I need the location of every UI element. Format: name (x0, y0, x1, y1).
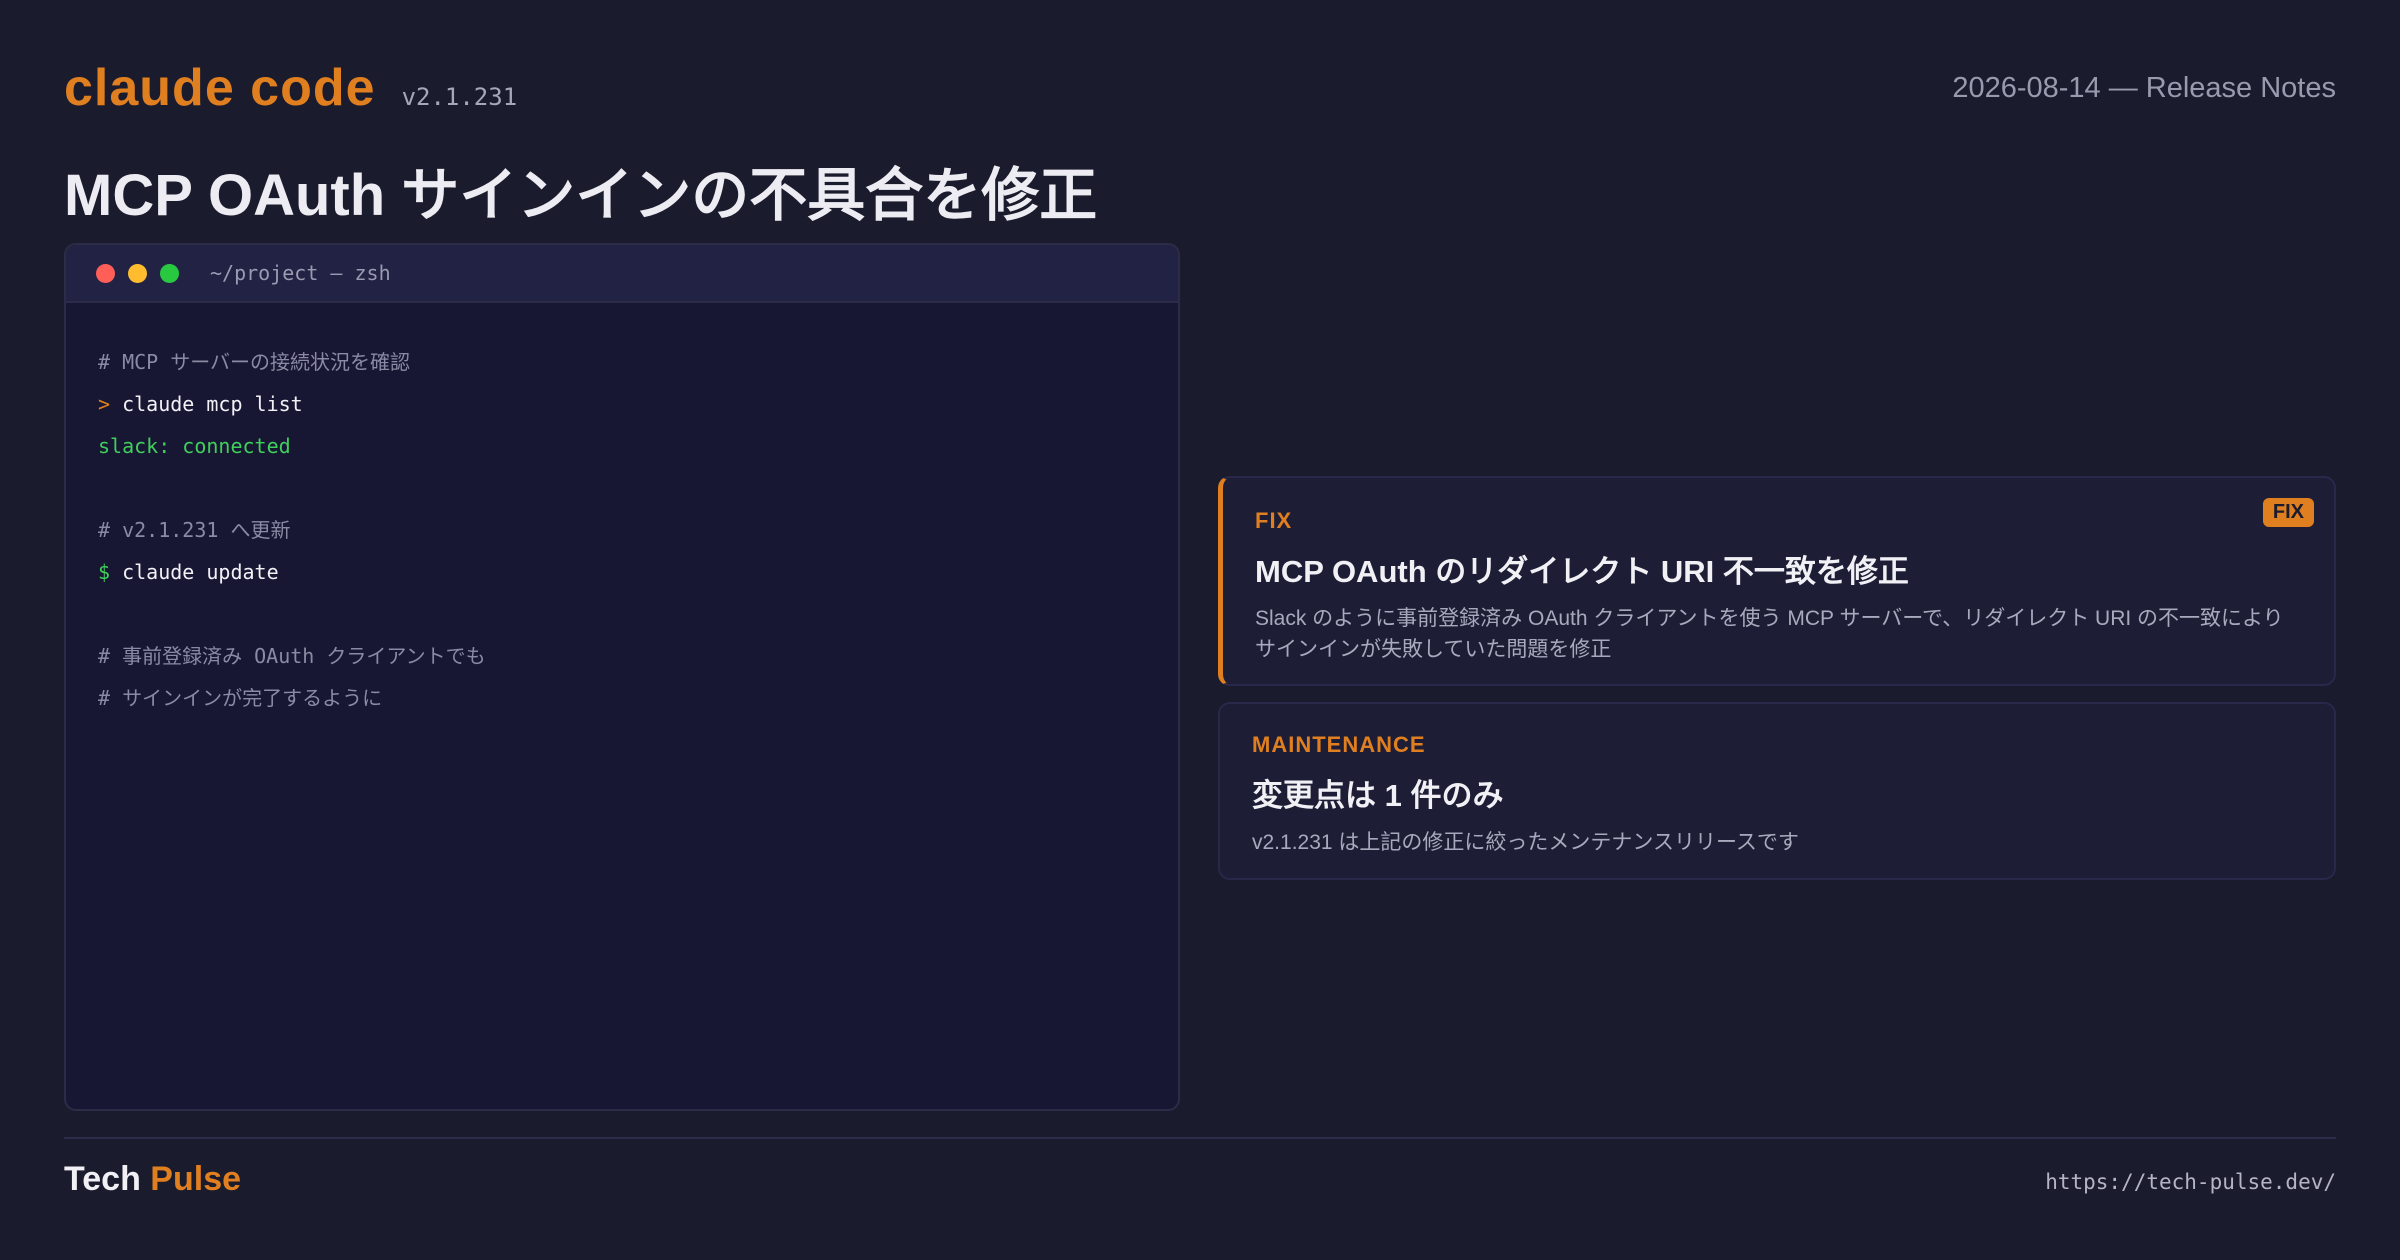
prompt-symbol: $ (98, 560, 111, 584)
footer-divider (64, 1137, 2336, 1139)
maintenance-card: MAINTENANCE 変更点は 1 件のみ v2.1.231 は上記の修正に絞… (1218, 702, 2336, 880)
release-date: 2026-08-14 — Release Notes (1952, 72, 2336, 104)
close-window-dot-icon[interactable] (96, 263, 115, 283)
terminal-command-line: > claude mcp list (98, 383, 1178, 425)
card-description: Slack のように事前登録済み OAuth クライアントを使う MCP サーバ… (1255, 607, 2284, 661)
footer-brand-accent-word: Pulse (150, 1160, 242, 1198)
footer-brand-word: Tech (64, 1160, 141, 1198)
terminal-comment-line: # サインインが完了するように (98, 686, 383, 710)
card-category-label: FIX (1255, 508, 1293, 533)
terminal-command-line: $ claude update (98, 551, 1178, 593)
prompt-symbol: > (98, 392, 111, 416)
minimize-window-dot-icon[interactable] (128, 263, 147, 283)
terminal-comment-line: # 事前登録済み OAuth クライアントでも (98, 644, 486, 668)
page-title: MCP OAuth サインインの不具合を修正 (64, 163, 1098, 228)
version-label: v2.1.231 (401, 83, 518, 111)
card-description: v2.1.231 は上記の修正に絞ったメンテナンスリリースです (1252, 831, 1799, 854)
command-text: claude update (110, 560, 279, 584)
header: claude code v2.1.231 (64, 58, 517, 118)
footer-url-link[interactable]: https://tech-pulse.dev/ (2045, 1170, 2336, 1194)
terminal-output-line: slack: connected (98, 434, 291, 458)
card-title: MCP OAuth のリダイレクト URI 不一致を修正 (1255, 554, 1909, 589)
footer-brand: Tech Pulse (64, 1160, 241, 1199)
terminal-window: ~/project — zsh # MCP サーバーの接続状況を確認 > cla… (64, 243, 1180, 1111)
terminal-comment-line: # MCP サーバーの接続状況を確認 (98, 350, 411, 374)
command-text: claude mcp list (110, 392, 303, 416)
card-title: 変更点は 1 件のみ (1252, 778, 1504, 813)
terminal-title-bar: ~/project — zsh (66, 245, 1178, 303)
terminal-body: # MCP サーバーの接続状況を確認 > claude mcp list sla… (66, 303, 1178, 719)
terminal-comment-line: # v2.1.231 へ更新 (98, 518, 291, 542)
fix-badge: FIX (2262, 498, 2314, 527)
brand-logo-text: claude code (64, 59, 376, 117)
terminal-title: ~/project — zsh (210, 261, 391, 285)
fix-card: FIX FIX MCP OAuth のリダイレクト URI 不一致を修正 Sla… (1218, 476, 2336, 686)
maximize-window-dot-icon[interactable] (160, 263, 179, 283)
card-category-label: MAINTENANCE (1252, 732, 1426, 757)
